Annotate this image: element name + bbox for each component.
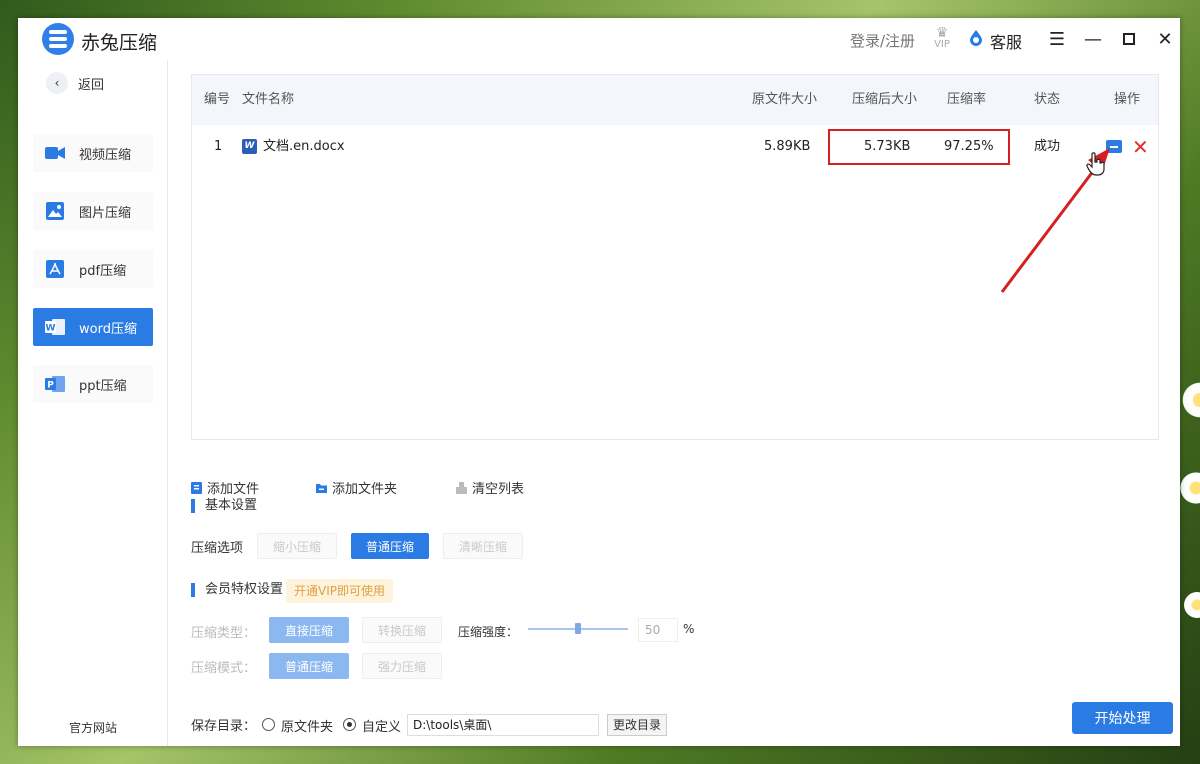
row-filename-text: 文档.en.docx	[263, 139, 345, 154]
add-file-button[interactable]: 添加文件	[191, 478, 259, 497]
back-label: 返回	[78, 77, 105, 93]
highlight-box	[828, 129, 1010, 165]
maximize-icon[interactable]	[1117, 26, 1141, 52]
table-row[interactable]: 1 W 文档.en.docx 5.89KB 5.73KB 97.25% 成功 ✕	[192, 125, 1158, 169]
word-icon: W	[45, 317, 65, 337]
minimize-icon[interactable]: —	[1081, 26, 1105, 52]
save-dir-label: 保存目录：	[191, 719, 257, 734]
background-flower	[1180, 380, 1200, 420]
app-logo-icon	[42, 23, 74, 55]
compress-type-label: 压缩类型：	[191, 626, 257, 641]
menu-icon[interactable]: ☰	[1045, 26, 1069, 52]
option-clear-button[interactable]: 清晰压缩	[443, 533, 523, 559]
vip-settings-title: 会员特权设置	[191, 583, 283, 597]
close-icon[interactable]: ✕	[1153, 26, 1177, 52]
option-normal-button[interactable]: 普通压缩	[351, 533, 429, 559]
hand-cursor-icon	[1086, 152, 1105, 176]
sidebar-item-video[interactable]: 视频压缩	[33, 134, 153, 172]
strength-slider-thumb[interactable]	[575, 623, 581, 634]
sidebar-item-ppt[interactable]: P ppt压缩	[33, 365, 153, 403]
sidebar: ‹ 返回 视频压缩 图片压缩 pdf压缩 W word压缩 P ppt压缩 官方…	[18, 60, 168, 746]
sidebar-item-image[interactable]: 图片压缩	[33, 192, 153, 230]
support-button[interactable]: 客服	[990, 29, 1022, 53]
radio-original-folder[interactable]	[262, 718, 275, 731]
header-number: 编号	[204, 92, 231, 107]
basic-settings-title: 基本设置	[191, 499, 257, 513]
row-number: 1	[214, 139, 223, 154]
mode-strong-button[interactable]: 强力压缩	[362, 653, 442, 679]
sidebar-item-word[interactable]: W word压缩	[33, 308, 153, 346]
add-folder-icon	[316, 483, 327, 493]
strength-label: 压缩强度：	[458, 625, 519, 639]
open-folder-icon[interactable]	[1106, 140, 1122, 153]
support-icon	[970, 30, 982, 46]
sidebar-item-label: 视频压缩	[79, 147, 132, 163]
vip-icon[interactable]: ♛ VIP	[930, 26, 954, 52]
option-shrink-button[interactable]: 缩小压缩	[257, 533, 337, 559]
app-window: 赤兔压缩 登录/注册 ♛ VIP 客服 ☰ — ✕ ‹ 返回 视频压缩 图片压缩 …	[18, 18, 1180, 746]
image-icon	[45, 201, 65, 221]
table-header: 编号 文件名称 原文件大小 压缩后大小 压缩率 状态 操作	[192, 75, 1158, 125]
compress-mode-label: 压缩模式：	[191, 661, 257, 676]
clear-list-label: 清空列表	[472, 482, 525, 497]
delete-icon[interactable]: ✕	[1132, 133, 1149, 161]
title-bar: 赤兔压缩 登录/注册 ♛ VIP 客服 ☰ — ✕	[18, 18, 1180, 60]
sidebar-item-label: word压缩	[79, 321, 137, 337]
radio-custom[interactable]	[343, 718, 356, 731]
mode-normal-button[interactable]: 普通压缩	[269, 653, 349, 679]
header-status: 状态	[1034, 92, 1061, 107]
strength-unit: %	[683, 622, 695, 636]
app-title: 赤兔压缩	[81, 32, 158, 54]
type-convert-button[interactable]: 转换压缩	[362, 617, 442, 643]
vip-unlock-badge[interactable]: 开通VIP即可使用	[286, 579, 393, 603]
row-filename: W 文档.en.docx	[242, 125, 345, 169]
header-actions: 操作	[1114, 92, 1141, 107]
header-ratio: 压缩率	[947, 92, 987, 107]
vip-label: VIP	[934, 39, 950, 50]
add-folder-button[interactable]: 添加文件夹	[316, 478, 397, 497]
video-icon	[45, 143, 65, 163]
pdf-icon	[45, 259, 65, 279]
save-path-input[interactable]: D:\tools\桌面\	[407, 714, 599, 736]
svg-text:W: W	[46, 324, 56, 334]
header-compressed-size: 压缩后大小	[852, 92, 918, 107]
add-file-label: 添加文件	[207, 482, 260, 497]
radio-original-label: 原文件夹	[281, 720, 334, 735]
back-button[interactable]: ‹ 返回	[46, 72, 104, 94]
ppt-icon: P	[45, 374, 65, 394]
header-original-size: 原文件大小	[752, 92, 818, 107]
sidebar-item-label: 图片压缩	[79, 205, 132, 221]
svg-text:P: P	[47, 381, 54, 391]
type-direct-button[interactable]: 直接压缩	[269, 617, 349, 643]
chevron-left-icon: ‹	[46, 72, 68, 94]
sidebar-item-label: pdf压缩	[79, 263, 127, 279]
login-register-link[interactable]: 登录/注册	[850, 30, 915, 51]
row-original-size: 5.89KB	[764, 139, 811, 154]
add-file-icon	[191, 481, 202, 494]
background-flower	[1178, 470, 1200, 506]
radio-custom-label: 自定义	[362, 720, 402, 735]
compress-option-label: 压缩选项	[191, 541, 244, 556]
clear-icon	[456, 481, 467, 494]
file-table: 编号 文件名称 原文件大小 压缩后大小 压缩率 状态 操作 1 W 文档.en.d…	[191, 74, 1159, 440]
word-file-icon: W	[242, 139, 257, 154]
background-flower	[1182, 590, 1200, 620]
header-filename: 文件名称	[242, 92, 295, 107]
strength-input[interactable]: 50	[638, 618, 678, 642]
start-button[interactable]: 开始处理	[1072, 702, 1173, 734]
clear-list-button[interactable]: 清空列表	[456, 478, 524, 497]
official-website-link[interactable]: 官方网站	[18, 719, 168, 736]
sidebar-item-pdf[interactable]: pdf压缩	[33, 250, 153, 288]
add-folder-label: 添加文件夹	[332, 482, 398, 497]
sidebar-item-label: ppt压缩	[79, 378, 127, 394]
row-status: 成功	[1034, 139, 1061, 154]
change-dir-button[interactable]: 更改目录	[607, 714, 667, 736]
